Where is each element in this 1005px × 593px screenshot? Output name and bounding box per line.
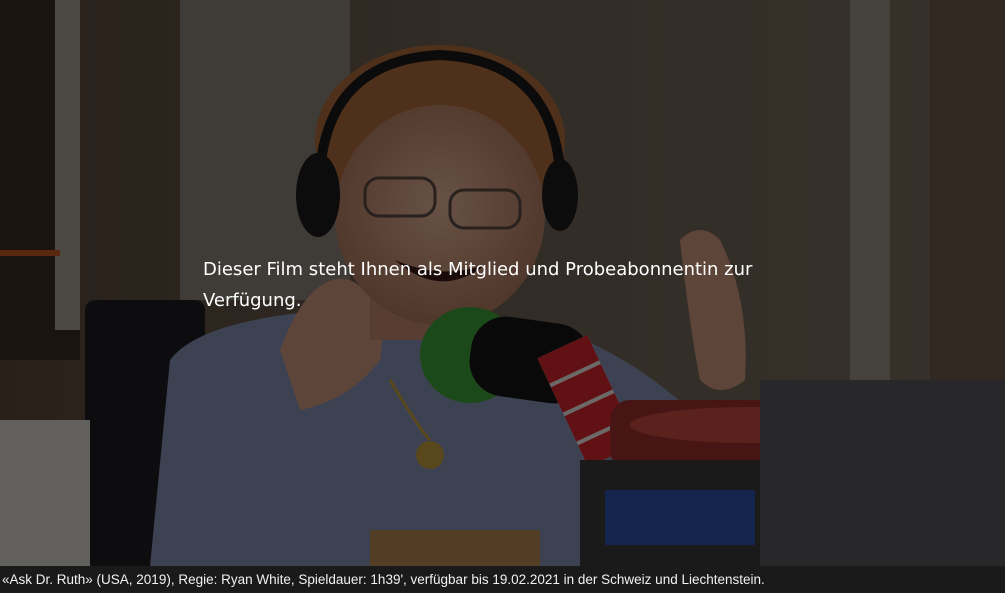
video-player[interactable]: Dieser Film steht Ihnen als Mitglied und… [0, 0, 1005, 566]
film-caption: «Ask Dr. Ruth» (USA, 2019), Regie: Ryan … [0, 566, 1005, 593]
availability-message: Dieser Film steht Ihnen als Mitglied und… [203, 259, 753, 311]
